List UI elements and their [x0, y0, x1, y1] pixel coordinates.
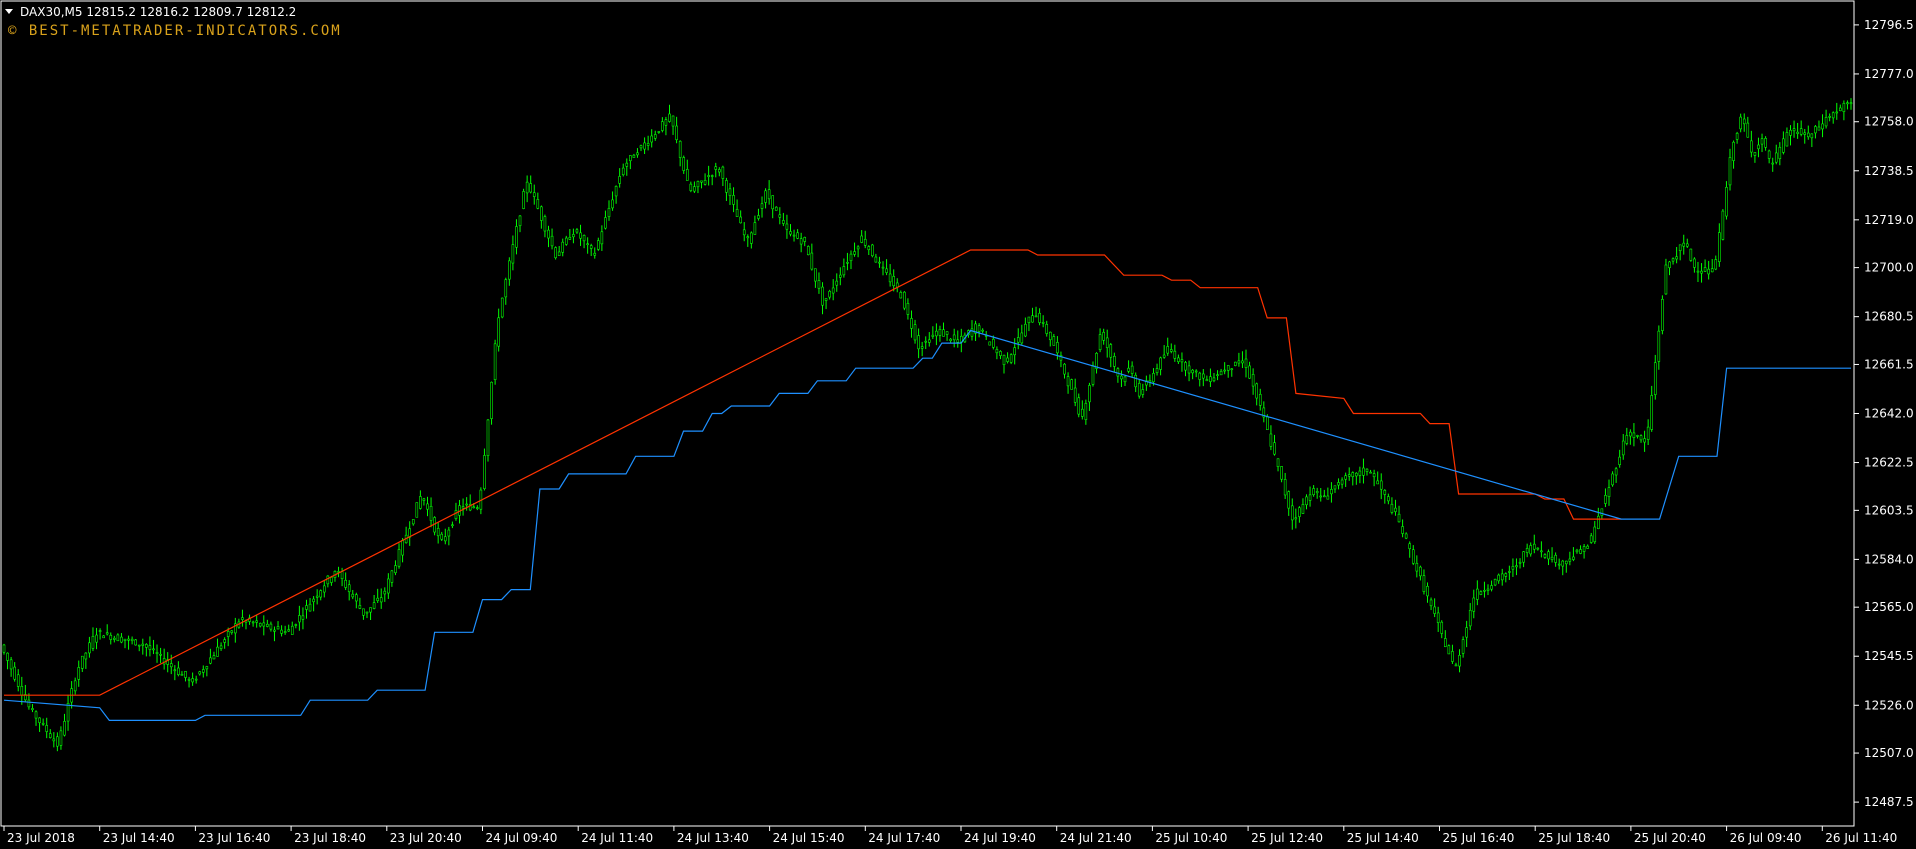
candle: [1493, 578, 1497, 587]
symbol-info: DAX30,M5 12815.2 12816.2 12809.7 12812.2: [20, 5, 296, 19]
y-tick-label: 12622.5: [1864, 456, 1914, 470]
candle: [486, 418, 490, 462]
x-tick-label: 23 Jul 14:40: [103, 831, 175, 845]
y-tick-label: 12507.0: [1864, 746, 1914, 760]
candle: [1661, 295, 1664, 335]
candle: [1009, 353, 1013, 365]
candle: [1689, 248, 1693, 262]
y-tick-label: 12565.0: [1864, 600, 1914, 614]
candle: [1070, 378, 1073, 390]
y-tick-label: 12700.0: [1864, 261, 1914, 275]
y-tick-label: 12642.0: [1864, 407, 1914, 421]
candle: [1447, 644, 1451, 655]
x-tick-label: 23 Jul 18:40: [294, 831, 366, 845]
y-tick-label: 12719.0: [1864, 213, 1914, 227]
y-tick-label: 12680.5: [1864, 310, 1914, 324]
candle: [1234, 361, 1237, 367]
x-tick-label: 25 Jul 18:40: [1538, 831, 1610, 845]
y-tick-label: 12796.5: [1864, 18, 1914, 32]
x-tick-label: 25 Jul 16:40: [1442, 831, 1514, 845]
candle: [903, 291, 906, 311]
x-tick-label: 25 Jul 10:40: [1155, 831, 1227, 845]
candle: [806, 245, 810, 256]
price-chart[interactable]: 12796.5 12777.0 12758.0 12738.5 12719.0 12700…: [0, 0, 1916, 849]
y-tick-label: 12777.0: [1864, 67, 1914, 81]
x-tick-label: 24 Jul 13:40: [677, 831, 749, 845]
candle: [522, 188, 525, 210]
x-tick-label: 24 Jul 15:40: [773, 831, 845, 845]
y-tick-label: 12584.0: [1864, 552, 1914, 566]
x-tick-label: 24 Jul 19:40: [964, 831, 1036, 845]
x-tick-label: 24 Jul 09:40: [485, 831, 557, 845]
x-tick-label: 24 Jul 17:40: [868, 831, 940, 845]
candle: [493, 339, 497, 385]
x-tick-label: 25 Jul 20:40: [1634, 831, 1706, 845]
candle: [988, 341, 992, 346]
x-tick-label: 24 Jul 21:40: [1060, 831, 1132, 845]
x-tick-label: 26 Jul 09:40: [1730, 831, 1802, 845]
y-tick-label: 12738.5: [1864, 164, 1914, 178]
x-tick-label: 23 Jul 16:40: [198, 831, 270, 845]
x-tick-label: 26 Jul 11:40: [1825, 831, 1897, 845]
candle: [490, 381, 493, 425]
candle: [871, 243, 874, 258]
y-tick-label: 12526.0: [1864, 698, 1914, 712]
candle: [415, 502, 419, 518]
chart-background: [0, 0, 1916, 849]
x-tick-label: 25 Jul 14:40: [1347, 831, 1419, 845]
y-tick-label: 12487.5: [1864, 795, 1914, 809]
candle: [1721, 209, 1725, 241]
candle: [134, 639, 137, 646]
x-tick-label: 24 Jul 11:40: [581, 831, 653, 845]
y-tick-label: 12603.5: [1864, 503, 1914, 517]
y-tick-label: 12758.0: [1864, 115, 1914, 129]
candle: [500, 297, 504, 319]
y-tick-label: 12661.5: [1864, 357, 1914, 371]
x-tick-label: 25 Jul 12:40: [1251, 831, 1323, 845]
x-tick-label: 23 Jul 2018: [7, 831, 75, 845]
candle: [554, 246, 557, 260]
x-tick-label: 23 Jul 20:40: [390, 831, 462, 845]
watermark: © BEST-METATRADER-INDICATORS.COM: [8, 23, 342, 39]
y-tick-label: 12545.5: [1864, 649, 1914, 663]
